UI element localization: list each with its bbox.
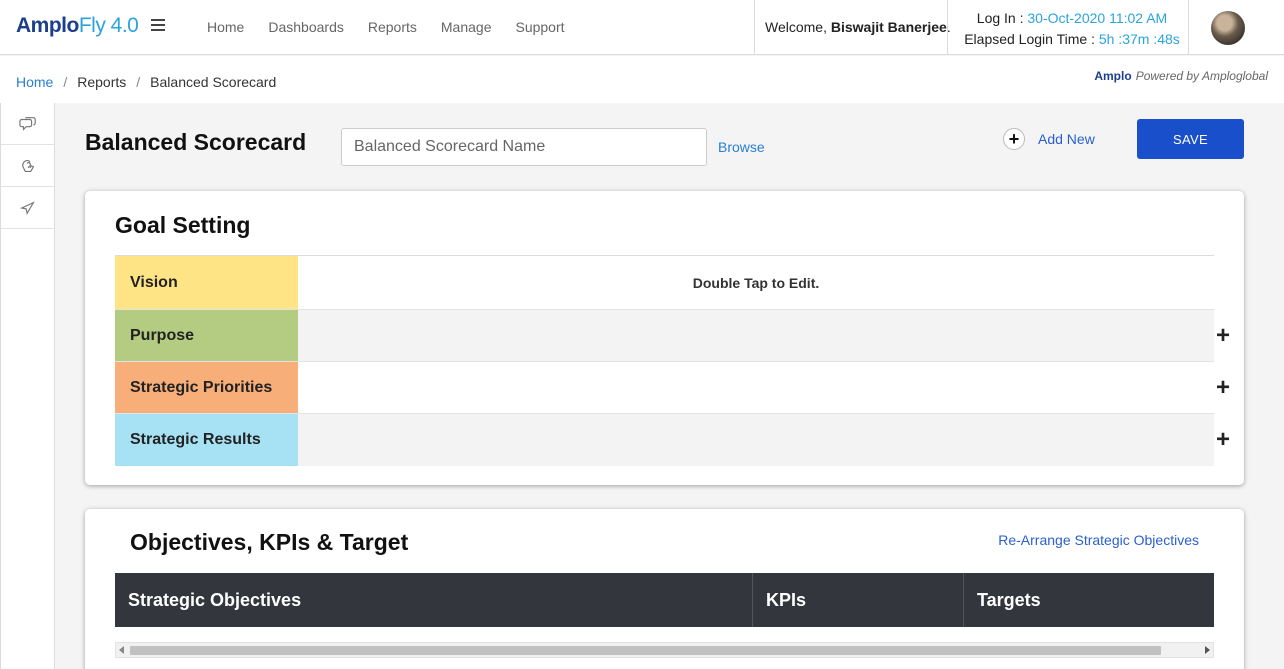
elapsed-time: 5h :37m :48s (1098, 31, 1180, 47)
goal-label-strategic-results: Strategic Results (115, 414, 298, 466)
save-button[interactable]: SAVE (1137, 119, 1244, 159)
goal-row-strategic-results: Strategic Results (115, 414, 1214, 466)
left-rail (0, 103, 55, 669)
powered-brand-logo: Amplo (1094, 69, 1132, 83)
rail-send[interactable] (1, 187, 55, 229)
login-time: 30-Oct-2020 11:02 AM (1027, 10, 1168, 26)
add-result-plus-icon[interactable]: + (1216, 428, 1230, 452)
browse-link[interactable]: Browse (718, 139, 765, 155)
add-new-button[interactable]: + Add New (1003, 128, 1095, 150)
powered-by: Amplo Powered by Amploglobal (1094, 69, 1268, 83)
logo-text-version: Fly 4.0 (78, 14, 139, 37)
user-name: Biswajit Banerjee (830, 19, 947, 35)
strategic-priorities-content[interactable] (298, 362, 1214, 413)
hand-heart-icon (22, 159, 35, 172)
hamburger-menu-icon[interactable] (151, 19, 165, 33)
column-strategic-objectives: Strategic Objectives (115, 573, 753, 627)
breadcrumb-home[interactable]: Home (16, 74, 53, 90)
vision-content[interactable]: Double Tap to Edit. (298, 256, 1214, 309)
goal-row-strategic-priorities: Strategic Priorities (115, 362, 1214, 414)
nav-support[interactable]: Support (515, 19, 564, 35)
main-nav: Home Dashboards Reports Manage Support (207, 19, 589, 35)
goal-row-purpose: Purpose (115, 310, 1214, 362)
goal-row-vision: Vision Double Tap to Edit. (115, 256, 1214, 310)
goal-label-purpose: Purpose (115, 310, 298, 361)
column-kpis: KPIs (753, 573, 964, 627)
column-targets: Targets (977, 589, 1041, 610)
scroll-left-icon[interactable] (119, 646, 124, 654)
objectives-table-header: Strategic Objectives KPIs Targets (115, 573, 1214, 627)
horizontal-scrollbar[interactable] (115, 642, 1214, 658)
powered-text: Powered by Amploglobal (1135, 69, 1268, 83)
strategic-results-content[interactable] (298, 414, 1214, 466)
rearrange-objectives-link[interactable]: Re-Arrange Strategic Objectives (998, 532, 1199, 548)
goal-setting-title: Goal Setting (115, 212, 251, 238)
send-icon (19, 200, 35, 215)
welcome-message: Welcome, Biswajit Banerjee. (754, 0, 951, 55)
scrollbar-thumb[interactable] (130, 646, 1161, 655)
breadcrumb: Home / Reports / Balanced Scorecard (16, 74, 276, 90)
nav-dashboards[interactable]: Dashboards (268, 19, 344, 35)
add-priority-plus-icon[interactable]: + (1216, 376, 1230, 400)
purpose-content[interactable] (298, 310, 1214, 361)
objectives-title: Objectives, KPIs & Target (130, 529, 409, 555)
add-purpose-plus-icon[interactable]: + (1216, 324, 1230, 348)
add-new-label: Add New (1038, 131, 1095, 147)
avatar-container (1188, 0, 1284, 55)
avatar[interactable] (1211, 11, 1245, 45)
nav-manage[interactable]: Manage (441, 19, 492, 35)
goal-label-vision: Vision (115, 256, 298, 309)
nav-reports[interactable]: Reports (368, 19, 417, 35)
chat-bubbles-icon (19, 116, 36, 131)
breadcrumb-current: Balanced Scorecard (150, 74, 277, 90)
logo-text-main: Amplo (16, 14, 79, 37)
scroll-right-icon[interactable] (1205, 646, 1210, 654)
breadcrumb-separator: / (63, 74, 68, 90)
top-bar: Amplo Fly 4.0 Home Dashboards Reports Ma… (0, 0, 1284, 55)
elapsed-label: Elapsed Login Time : (964, 31, 1099, 47)
plus-icon: + (1003, 128, 1025, 150)
rail-support[interactable] (1, 145, 55, 187)
objectives-card: Objectives, KPIs & Target Re-Arrange Str… (85, 509, 1244, 669)
breadcrumb-reports[interactable]: Reports (77, 74, 126, 90)
page-title: Balanced Scorecard (85, 129, 307, 155)
goal-setting-card: Goal Setting Vision Double Tap to Edit. … (85, 191, 1244, 485)
rail-chat[interactable] (1, 103, 55, 145)
app-logo[interactable]: Amplo Fly 4.0 (16, 14, 139, 40)
goal-label-strategic-priorities: Strategic Priorities (115, 362, 298, 413)
nav-home[interactable]: Home (207, 19, 244, 35)
login-label: Log In : (976, 10, 1028, 26)
welcome-prefix: Welcome, (765, 19, 831, 35)
welcome-suffix: . (946, 19, 951, 35)
scorecard-name-input[interactable] (341, 128, 707, 166)
login-info: Log In : 30-Oct-2020 11:02 AM Elapsed Lo… (958, 8, 1186, 50)
breadcrumb-separator: / (136, 74, 141, 90)
goal-setting-table: Vision Double Tap to Edit. Purpose Strat… (115, 255, 1214, 466)
